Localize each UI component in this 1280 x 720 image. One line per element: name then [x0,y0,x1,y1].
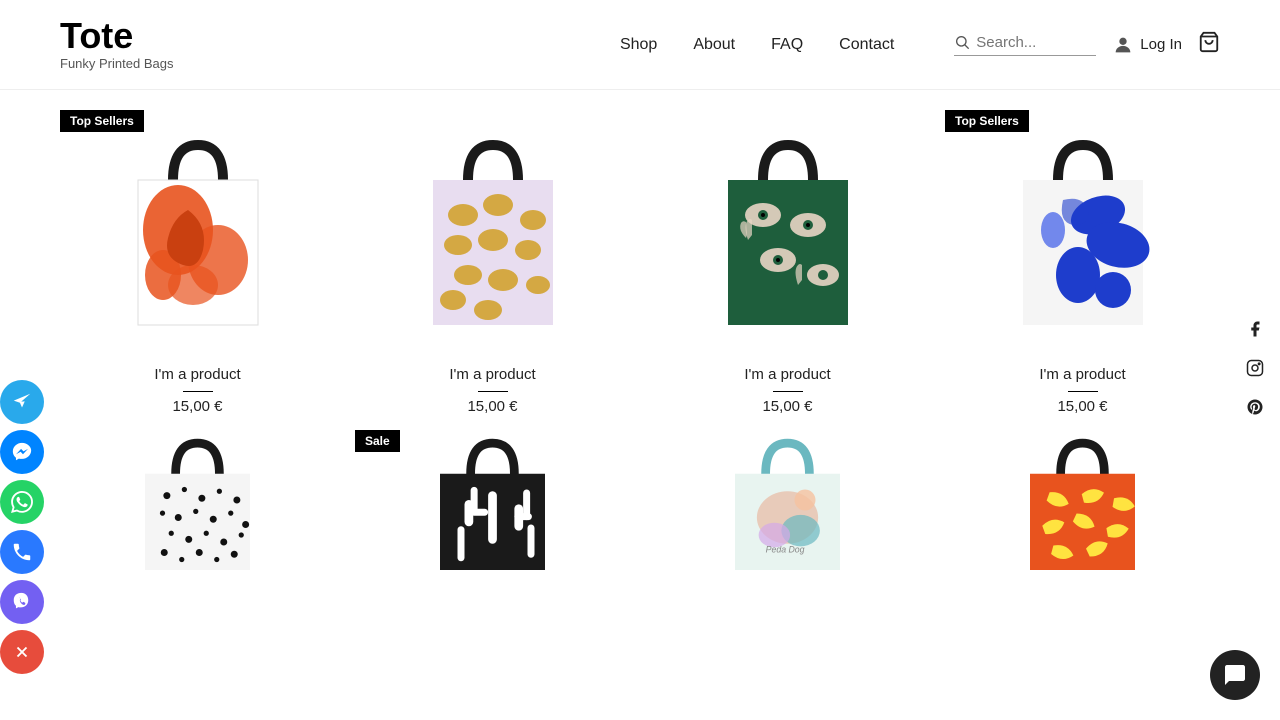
product-card-1[interactable]: Top Sellers I'm a product 15,00 € [60,110,335,415]
cart-button[interactable] [1198,31,1220,58]
user-icon [1112,34,1134,56]
product-image-5 [60,430,335,570]
right-social [1246,320,1264,421]
tote-image-8 [945,430,1220,570]
product-image-7: Peda Dog [650,430,925,570]
instagram-link[interactable] [1246,359,1264,382]
facebook-icon [1246,320,1264,338]
nav-shop[interactable]: Shop [620,36,657,54]
product-image-4: Top Sellers [945,110,1220,350]
social-telegram-button[interactable] [0,380,44,424]
phone-icon [11,541,33,563]
product-name-3: I'm a product [744,366,830,383]
login-area[interactable]: Log In [1112,34,1182,56]
instagram-icon [1246,359,1264,377]
badge-sale-6: Sale [355,430,400,452]
telegram-icon [11,391,33,413]
social-phone-button[interactable] [0,530,44,574]
product-card-5[interactable] [60,430,335,570]
tote-image-4 [1003,130,1163,330]
product-name-4: I'm a product [1039,366,1125,383]
svg-text:Peda Dog: Peda Dog [766,545,805,555]
search-container[interactable] [954,34,1096,56]
nav-about[interactable]: About [693,36,735,54]
social-viber-button[interactable] [0,580,44,624]
product-price-3: 15,00 € [762,398,812,415]
product-card-7[interactable]: Peda Dog [650,430,925,570]
header: Tote Funky Printed Bags Shop About FAQ C… [0,0,1280,90]
tote-image-5 [60,430,335,570]
social-close-button[interactable] [0,630,44,674]
product-card-2[interactable]: I'm a product 15,00 € [355,110,630,415]
product-price-2: 15,00 € [467,398,517,415]
product-divider-4 [1068,391,1098,392]
badge-top-sellers-4: Top Sellers [945,110,1029,132]
badge-top-sellers-1: Top Sellers [60,110,144,132]
product-image-3 [650,110,925,350]
search-icon [954,34,970,50]
products-grid-row1: Top Sellers I'm a product 15,00 € [60,110,1220,415]
viber-icon [11,591,33,613]
product-card-8[interactable] [945,430,1220,570]
nav-faq[interactable]: FAQ [771,36,803,54]
site-title: Tote [60,18,173,54]
tote-image-3 [708,130,868,330]
cart-icon [1198,31,1220,53]
messenger-icon [11,441,33,463]
product-price-4: 15,00 € [1057,398,1107,415]
product-name-2: I'm a product [449,366,535,383]
search-input[interactable] [976,34,1096,51]
pinterest-icon [1246,398,1264,416]
social-sidebar [0,380,44,674]
login-text: Log In [1140,36,1182,53]
logo-area[interactable]: Tote Funky Printed Bags [60,18,173,71]
main-content: Top Sellers I'm a product 15,00 € [0,90,1280,590]
chat-icon [1223,663,1247,687]
close-icon [13,643,31,661]
main-nav: Shop About FAQ Contact [620,36,894,54]
product-card-4[interactable]: Top Sellers I'm a product 15,00 € [945,110,1220,415]
social-whatsapp-button[interactable] [0,480,44,524]
product-name-1: I'm a product [154,366,240,383]
pinterest-link[interactable] [1246,398,1264,421]
product-image-6: Sale [355,430,630,570]
tote-image-7: Peda Dog [650,430,925,570]
product-card-3[interactable]: I'm a product 15,00 € [650,110,925,415]
site-subtitle: Funky Printed Bags [60,56,173,71]
header-right: Log In [954,31,1220,58]
product-image-1: Top Sellers [60,110,335,350]
chat-button[interactable] [1210,650,1260,700]
product-divider-1 [183,391,213,392]
facebook-link[interactable] [1246,320,1264,343]
product-price-1: 15,00 € [172,398,222,415]
product-divider-2 [478,391,508,392]
tote-image-1 [118,130,278,330]
nav-contact[interactable]: Contact [839,36,894,54]
product-card-6[interactable]: Sale [355,430,630,570]
products-grid-row2: Sale [60,430,1220,570]
whatsapp-icon [11,491,33,513]
product-divider-3 [773,391,803,392]
product-image-2 [355,110,630,350]
tote-image-2 [413,130,573,330]
product-image-8 [945,430,1220,570]
social-messenger-button[interactable] [0,430,44,474]
